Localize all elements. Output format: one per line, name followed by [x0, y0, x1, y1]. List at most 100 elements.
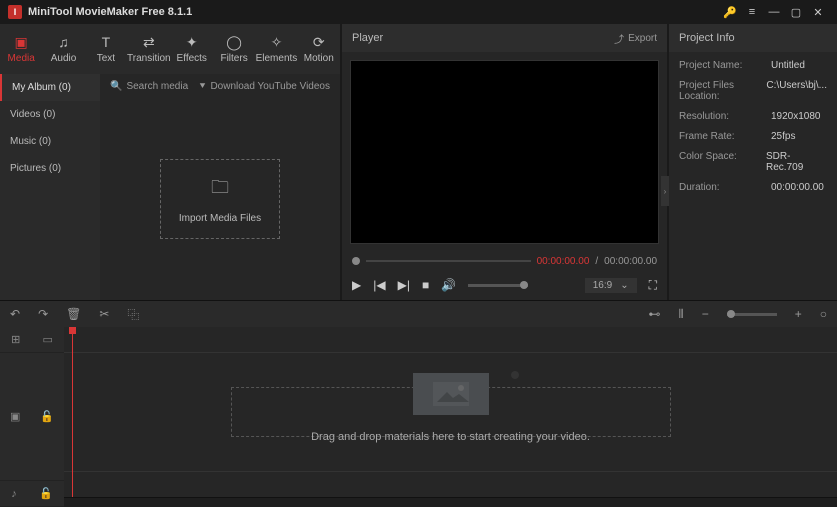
player-panel: Player ⤴Export 00:00:00.00 / 00:00:00.00… [342, 24, 667, 300]
volume-icon[interactable]: 🔊 [441, 278, 456, 292]
project-location-value: C:\Users\bj\... [766, 80, 827, 102]
track-manage-button[interactable]: ▭ [43, 333, 53, 346]
export-label: Export [628, 33, 657, 44]
player-scrubber[interactable]: 00:00:00.00 / 00:00:00.00 [342, 252, 667, 270]
tab-text[interactable]: T Text [85, 24, 127, 74]
collapse-info-button[interactable]: › [661, 176, 669, 206]
chevron-down-icon: ⌄ [620, 280, 628, 291]
audio-track-icon[interactable]: ♪ [11, 488, 17, 500]
framerate-label: Frame Rate: [679, 131, 771, 142]
prev-frame-button[interactable]: |◀ [373, 278, 385, 292]
fullscreen-button[interactable]: ⛶ [649, 278, 657, 293]
tab-label: Elements [256, 53, 298, 64]
duration-value: 00:00:00.00 [771, 182, 824, 193]
tab-media[interactable]: ▣ Media [0, 24, 42, 74]
media-icon: ▣ [15, 34, 28, 50]
crop-button[interactable]: ⿻ [127, 306, 139, 323]
album-pictures[interactable]: Pictures (0) [0, 155, 100, 182]
tab-elements[interactable]: ✧ Elements [255, 24, 297, 74]
framerate-value: 25fps [771, 131, 795, 142]
lock-icon[interactable]: 🔓 [39, 487, 53, 500]
tab-label: Effects [177, 53, 207, 64]
split-button[interactable]: ✂ [99, 307, 109, 321]
tab-label: Audio [51, 53, 77, 64]
colorspace-label: Color Space: [679, 151, 766, 173]
lock-icon[interactable]: 🔓 [40, 410, 54, 423]
placeholder-thumbnail [413, 373, 489, 415]
media-panel: ▣ Media ♫ Audio T Text ⇄ Transition ✦ Effects… [0, 24, 340, 300]
zoom-out-button[interactable]: − [702, 307, 709, 321]
tab-label: Transition [127, 53, 171, 64]
export-icon: ⤴ [614, 31, 624, 46]
main-tabs: ▣ Media ♫ Audio T Text ⇄ Transition ✦ Effects… [0, 24, 340, 74]
elements-icon: ✧ [271, 34, 283, 50]
snap-button[interactable]: ⦀ [678, 307, 683, 322]
time-total: 00:00:00.00 [604, 256, 657, 267]
search-label: Search media [126, 81, 188, 92]
project-info-header: Project Info [679, 32, 735, 44]
video-track[interactable]: Drag and drop materials here to start cr… [64, 353, 837, 471]
stop-button[interactable]: ■ [422, 278, 429, 292]
project-name-value: Untitled [771, 60, 805, 71]
timeline-tracks[interactable]: Drag and drop materials here to start cr… [64, 327, 837, 507]
delete-button[interactable]: 🗑 [66, 307, 81, 321]
timeline-hint: Drag and drop materials here to start cr… [64, 431, 837, 443]
activate-icon[interactable]: 🔑 [719, 1, 741, 23]
zoom-fit-button[interactable]: ○ [820, 307, 827, 321]
track-headers: ⊞ ▭ ▣ 🔓 ♪ 🔓 [0, 327, 64, 507]
timeline-ruler[interactable] [64, 327, 837, 353]
ratio-value: 16:9 [593, 280, 612, 291]
app-title: MiniTool MovieMaker Free 8.1.1 [28, 6, 192, 18]
titlebar: I MiniTool MovieMaker Free 8.1.1 🔑 ≡ — ▢… [0, 0, 837, 24]
effects-icon: ✦ [186, 34, 198, 50]
add-track-button[interactable]: ⊞ [11, 333, 20, 346]
menu-icon[interactable]: ≡ [741, 1, 763, 23]
tab-label: Media [8, 53, 35, 64]
play-button[interactable]: ▶ [352, 278, 361, 292]
marker-button[interactable]: ⊷ [648, 307, 660, 321]
zoom-slider[interactable] [727, 313, 777, 316]
text-icon: T [102, 34, 111, 50]
aspect-ratio-select[interactable]: 16:9 ⌄ [585, 278, 637, 293]
export-button[interactable]: ⤴ Export [614, 31, 657, 46]
tab-label: Text [97, 53, 115, 64]
next-frame-button[interactable]: ▶| [398, 278, 410, 292]
import-media-button[interactable]: 🗀 Import Media Files [160, 159, 280, 239]
undo-button[interactable]: ↶ [10, 307, 20, 321]
audio-track[interactable] [64, 471, 837, 497]
close-button[interactable]: ✕ [807, 1, 829, 23]
maximize-button[interactable]: ▢ [785, 1, 807, 23]
duration-label: Duration: [679, 182, 771, 193]
project-name-label: Project Name: [679, 60, 771, 71]
tab-audio[interactable]: ♫ Audio [42, 24, 84, 74]
redo-button[interactable]: ↷ [38, 307, 48, 321]
download-icon: ⯆ [198, 81, 206, 92]
video-track-icon[interactable]: ▣ [10, 410, 20, 423]
zoom-in-button[interactable]: + [795, 307, 802, 321]
search-media-button[interactable]: 🔍Search media [110, 81, 188, 92]
project-info-panel: Project Info › Project Name:Untitled Pro… [669, 24, 837, 300]
album-list: My Album (0) Videos (0) Music (0) Pictur… [0, 74, 100, 300]
tab-transition[interactable]: ⇄ Transition [127, 24, 171, 74]
transition-icon: ⇄ [143, 34, 155, 50]
timeline-toolbar: ↶ ↷ 🗑 ✂ ⿻ ⊷ ⦀ − + ○ [0, 301, 837, 327]
album-music[interactable]: Music (0) [0, 128, 100, 155]
motion-icon: ⟳ [313, 34, 325, 50]
album-my-album[interactable]: My Album (0) [0, 74, 100, 101]
download-youtube-button[interactable]: ⯆Download YouTube Videos [198, 81, 330, 92]
volume-slider[interactable] [468, 284, 528, 287]
tab-label: Filters [220, 53, 247, 64]
time-current: 00:00:00.00 [537, 256, 590, 267]
audio-icon: ♫ [58, 34, 69, 50]
tab-label: Motion [304, 53, 334, 64]
filters-icon: ◯ [226, 34, 242, 50]
resolution-value: 1920x1080 [771, 111, 821, 122]
time-separator: / [595, 256, 598, 267]
tab-filters[interactable]: ◯ Filters [213, 24, 255, 74]
tab-motion[interactable]: ⟳ Motion [298, 24, 340, 74]
tab-effects[interactable]: ✦ Effects [171, 24, 213, 74]
player-viewport[interactable] [350, 60, 659, 244]
minimize-button[interactable]: — [763, 1, 785, 23]
album-videos[interactable]: Videos (0) [0, 101, 100, 128]
timeline-scrollbar[interactable] [64, 497, 837, 507]
